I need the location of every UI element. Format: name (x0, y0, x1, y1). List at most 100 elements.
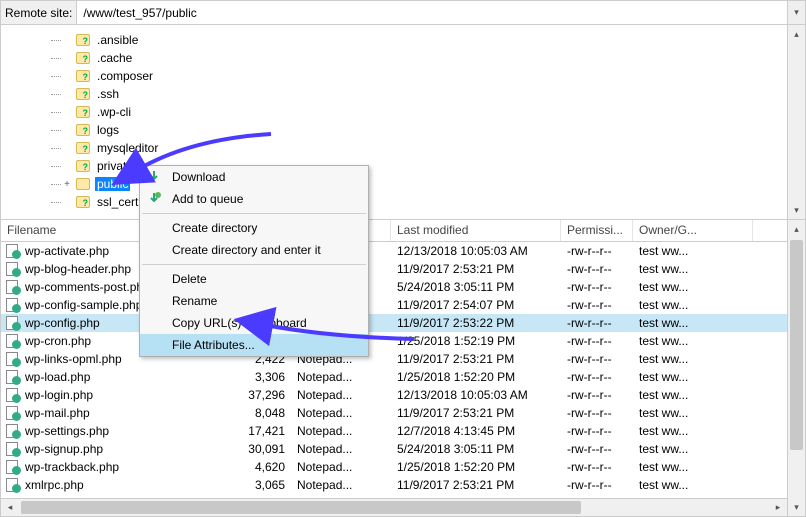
file-type: Notepad... (291, 406, 391, 420)
php-file-icon (5, 477, 21, 493)
file-name: wp-activate.php (25, 244, 109, 258)
add-queue-icon (146, 191, 162, 207)
file-name: wp-links-opml.php (25, 352, 122, 366)
menu-rename[interactable]: Rename (140, 290, 368, 312)
folder-unknown-icon (75, 32, 91, 48)
php-file-icon (5, 405, 21, 421)
file-row[interactable]: wp-signup.php30,091Notepad...5/24/2018 3… (1, 440, 787, 458)
file-name: wp-login.php (25, 388, 93, 402)
file-name: wp-config-sample.php (25, 298, 142, 312)
file-name: wp-settings.php (25, 424, 109, 438)
file-name: wp-cron.php (25, 334, 91, 348)
file-permissions: -rw-r--r-- (561, 262, 633, 276)
file-permissions: -rw-r--r-- (561, 442, 633, 456)
tree-item-ssh[interactable]: .ssh (61, 85, 787, 103)
file-size: 3,306 (221, 370, 291, 384)
menu-file-attributes-label: File Attributes... (172, 338, 255, 352)
file-owner: test ww... (633, 244, 753, 258)
annotation-arrow-to-file-attributes (259, 311, 419, 354)
tree-item-cache[interactable]: .cache (61, 49, 787, 67)
col-owner[interactable]: Owner/G... (633, 220, 753, 241)
scroll-up-icon[interactable]: ▴ (788, 220, 805, 238)
php-file-icon (5, 459, 21, 475)
scroll-right-icon[interactable]: ▸ (769, 499, 787, 516)
file-row[interactable]: xmlrpc.php3,065Notepad...11/9/2017 2:53:… (1, 476, 787, 494)
php-file-icon (5, 243, 21, 259)
menu-create-directory-enter[interactable]: Create directory and enter it (140, 239, 368, 261)
file-owner: test ww... (633, 316, 753, 330)
tree-expander[interactable]: + (61, 179, 73, 190)
file-type: Notepad... (291, 478, 391, 492)
file-row[interactable]: wp-load.php3,306Notepad...1/25/2018 1:52… (1, 368, 787, 386)
file-type: Notepad... (291, 424, 391, 438)
file-row[interactable]: wp-login.php37,296Notepad...12/13/2018 1… (1, 386, 787, 404)
file-modified: 1/25/2018 1:52:20 PM (391, 370, 561, 384)
file-name: wp-blog-header.php (25, 262, 131, 276)
folder-unknown-icon (75, 140, 91, 156)
file-owner: test ww... (633, 280, 753, 294)
menu-delete[interactable]: Delete (140, 268, 368, 290)
php-file-icon (5, 333, 21, 349)
file-permissions: -rw-r--r-- (561, 406, 633, 420)
file-owner: test ww... (633, 370, 753, 384)
col-permissions[interactable]: Permissi... (561, 220, 633, 241)
folder-unknown-icon (75, 194, 91, 210)
file-owner: test ww... (633, 262, 753, 276)
tree-item-wpcli[interactable]: .wp-cli (61, 103, 787, 121)
menu-add-to-queue-label: Add to queue (172, 192, 243, 206)
tree-item-composer[interactable]: .composer (61, 67, 787, 85)
file-modified: 1/25/2018 1:52:20 PM (391, 460, 561, 474)
file-row[interactable]: wp-activate.phpad...12/13/2018 10:05:03 … (1, 242, 787, 260)
file-size: 17,421 (221, 424, 291, 438)
tree-item-label: .ansible (95, 33, 140, 47)
file-row[interactable]: wp-settings.php 17,421Notepad...12/7/2018… (1, 422, 787, 440)
chevron-down-icon: ▾ (794, 7, 799, 18)
file-row[interactable]: wp-trackback.php4,620Notepad...1/25/2018… (1, 458, 787, 476)
remote-path-input[interactable] (77, 1, 787, 24)
file-size: 8,048 (221, 406, 291, 420)
menu-separator (142, 213, 366, 214)
tree-item-label: .cache (95, 51, 134, 65)
scroll-down-icon[interactable]: ▾ (788, 498, 805, 516)
remote-tree-pane: .ansible.cache.composer.ssh.wp-clilogsmy… (1, 25, 805, 220)
file-modified: 5/24/2018 3:05:11 PM (391, 280, 561, 294)
hscroll-track[interactable] (19, 499, 769, 516)
tree-item-label: public (95, 177, 130, 191)
folder-unknown-icon (75, 122, 91, 138)
folder-unknown-icon (75, 68, 91, 84)
file-permissions: -rw-r--r-- (561, 244, 633, 258)
remote-path-dropdown[interactable]: ▾ (787, 1, 805, 24)
php-file-icon (5, 387, 21, 403)
php-file-icon (5, 297, 21, 313)
tree-vertical-scrollbar[interactable]: ▴ ▾ (787, 25, 805, 219)
scroll-down-icon[interactable]: ▾ (788, 201, 805, 219)
menu-create-directory[interactable]: Create directory (140, 217, 368, 239)
hscroll-thumb[interactable] (21, 501, 581, 514)
file-row[interactable]: wp-mail.php8,048Notepad...11/9/2017 2:53… (1, 404, 787, 422)
php-file-icon (5, 351, 21, 367)
tree-item-ansible[interactable]: .ansible (61, 31, 787, 49)
file-modified: 11/9/2017 2:53:21 PM (391, 406, 561, 420)
col-modified[interactable]: Last modified (391, 220, 561, 241)
scroll-left-icon[interactable]: ◂ (1, 499, 19, 516)
file-type: Notepad... (291, 388, 391, 402)
list-vertical-scrollbar[interactable]: ▴ ▾ (787, 220, 805, 516)
php-file-icon (5, 423, 21, 439)
file-owner: test ww... (633, 406, 753, 420)
file-row[interactable]: wp-comments-post.phad...5/24/2018 3:05:1… (1, 278, 787, 296)
file-modified: 11/9/2017 2:53:21 PM (391, 262, 561, 276)
scroll-up-icon[interactable]: ▴ (788, 25, 805, 43)
annotation-arrow-to-public (131, 129, 281, 192)
menu-rename-label: Rename (172, 294, 217, 308)
file-name: wp-signup.php (25, 442, 103, 456)
file-modified: 12/13/2018 10:05:03 AM (391, 388, 561, 402)
scroll-thumb[interactable] (790, 240, 803, 450)
folder-unknown-icon (75, 50, 91, 66)
file-size: 3,065 (221, 478, 291, 492)
list-horizontal-scrollbar[interactable]: ◂ ▸ (1, 498, 787, 516)
file-permissions: -rw-r--r-- (561, 388, 633, 402)
file-row[interactable]: wp-blog-header.phpad...11/9/2017 2:53:21… (1, 260, 787, 278)
file-size: 4,620 (221, 460, 291, 474)
folder-unknown-icon (75, 158, 91, 174)
file-modified: 12/7/2018 4:13:45 PM (391, 424, 561, 438)
